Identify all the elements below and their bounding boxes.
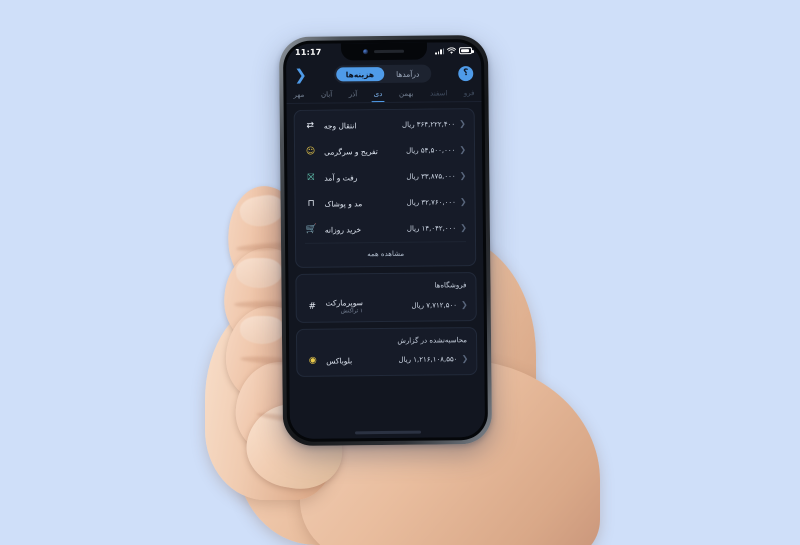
row-label-group: مد و پوشاک — [325, 199, 363, 208]
row-label-group: بلوباکس — [326, 356, 352, 365]
row-label-group: خرید روزانه — [325, 225, 361, 234]
row-amount: ۷,۷۱۲,۵۰۰ ریال — [411, 300, 458, 310]
tshirt-icon: ⊓ — [307, 198, 315, 209]
merchants-title: فروشگاه‌ها — [434, 281, 467, 290]
row-trailing: ❮ ۱,۲۱۶,۱۰۸,۵۵۰ ریال — [398, 354, 468, 364]
month-tab-1[interactable]: اسفند — [430, 89, 447, 101]
expense-list: ❮ ۳۶۴,۲۲۲,۴۰۰ ریال انتقال وجه ⇄ ❮ ۵۴,۵۰۰,۰۰۰ … — [295, 111, 475, 243]
row-trailing: ❮ ۱۴,۰۴۲,۰۰۰ ریال — [406, 223, 467, 233]
month-tab-3[interactable]: دی — [374, 90, 383, 102]
smartphone-device: 11:17 ؟ درآ — [278, 34, 493, 447]
chevron-left-icon[interactable]: ❮ — [459, 145, 466, 154]
status-icons — [435, 47, 473, 55]
list-item[interactable]: ❮ ۳۳,۸۷۵,۰۰۰ ریال رفت و آمد ⛝ — [295, 163, 474, 191]
row-label-group: انتقال وجه — [324, 121, 357, 130]
help-icon[interactable]: ؟ — [458, 65, 474, 81]
month-tabs[interactable]: فرو اسفند بهمن دی آذر آبان مهر — [286, 85, 481, 103]
chevron-left-icon[interactable]: ❮ — [459, 119, 466, 128]
row-trailing: ❮ ۳۳,۸۷۵,۰۰۰ ریال — [406, 171, 467, 181]
row-label: سوپرمارکت — [325, 297, 363, 308]
entertainment-icon: ☺ — [305, 146, 316, 157]
month-tab-0[interactable]: فرو — [464, 89, 475, 101]
cellular-signal-icon — [435, 47, 445, 55]
month-tab-4[interactable]: آذر — [349, 90, 358, 102]
list-item[interactable]: ❮ ۱۴,۰۴۲,۰۰۰ ریال خرید روزانه 🛒 — [296, 215, 475, 243]
content-scroll[interactable]: ❮ ۳۶۴,۲۲۲,۴۰۰ ریال انتقال وجه ⇄ ❮ ۵۴,۵۰۰,۰۰۰ … — [287, 108, 485, 439]
row-amount: ۱,۲۱۶,۱۰۸,۵۵۰ ریال — [398, 355, 458, 364]
excluded-title: محاسبه‌نشده در گزارش — [397, 336, 468, 345]
row-label-group: تفریح و سرگرمی — [324, 147, 378, 157]
row-trailing: ❮ ۳۲,۷۶۰,۰۰۰ ریال — [406, 197, 467, 207]
expenses-card: ❮ ۳۶۴,۲۲۲,۴۰۰ ریال انتقال وجه ⇄ ❮ ۵۴,۵۰۰,۰۰۰ … — [293, 108, 477, 268]
month-tab-6[interactable]: مهر — [293, 91, 304, 103]
row-leading: سوپرمارکت ۱ تراکنش # — [305, 298, 363, 315]
phone-screen: 11:17 ؟ درآ — [285, 41, 486, 440]
shopping-cart-icon: 🛒 — [305, 224, 318, 235]
finance-app: ؟ درآمدها هزینه‌ها ❮ فرو اسفند بهمن دی آذر آب… — [286, 58, 486, 440]
tab-expenses[interactable]: هزینه‌ها — [335, 67, 385, 82]
row-label: رفت و آمد — [324, 172, 358, 183]
row-amount: ۳۲,۷۶۰,۰۰۰ ریال — [406, 198, 456, 207]
row-subtitle: ۱ تراکنش — [340, 307, 364, 314]
month-tab-2[interactable]: بهمن — [399, 90, 414, 102]
row-label: انتقال وجه — [323, 120, 357, 131]
battery-icon — [458, 47, 473, 55]
list-item[interactable]: ❮ ۳۶۴,۲۲۲,۴۰۰ ریال انتقال وجه ⇄ — [295, 111, 474, 139]
row-leading: مد و پوشاک ⊓ — [304, 196, 363, 212]
chevron-next-icon[interactable]: ❮ — [294, 65, 307, 83]
row-amount: ۵۴,۵۰۰,۰۰۰ ریال — [406, 146, 456, 155]
app-header: ؟ درآمدها هزینه‌ها ❮ — [286, 59, 481, 87]
list-item[interactable]: ❮ ۵۴,۵۰۰,۰۰۰ ریال تفریح و سرگرمی ☺ — [295, 137, 474, 165]
merchant-list: ❮ ۷,۷۱۲,۵۰۰ ریال سوپرمارکت ۱ تراکنش # — [297, 291, 476, 320]
fingernail — [237, 192, 287, 230]
view-all-button[interactable]: مشاهده همه — [296, 242, 475, 265]
income-expense-toggle[interactable]: درآمدها هزینه‌ها — [333, 64, 432, 84]
phone-bezel: 11:17 ؟ درآ — [282, 38, 489, 443]
hash-icon: # — [308, 301, 317, 312]
chevron-left-icon[interactable]: ❮ — [461, 354, 468, 363]
row-trailing: ❮ ۵۴,۵۰۰,۰۰۰ ریال — [406, 145, 466, 155]
row-leading: بلوباکس ◉ — [305, 353, 352, 368]
chevron-left-icon[interactable]: ❮ — [461, 300, 468, 309]
car-icon: ⛝ — [307, 172, 315, 183]
list-item[interactable]: ❮ ۷,۷۱۲,۵۰۰ ریال سوپرمارکت ۱ تراکنش # — [297, 291, 476, 320]
row-label: تفریح و سرگرمی — [324, 146, 378, 157]
list-item[interactable]: ❮ ۱,۲۱۶,۱۰۸,۵۵۰ ریال بلوباکس ◉ — [297, 346, 476, 374]
tab-income[interactable]: درآمدها — [386, 67, 429, 81]
excluded-list: ❮ ۱,۲۱۶,۱۰۸,۵۵۰ ریال بلوباکس ◉ — [297, 346, 476, 374]
row-label: بلوباکس — [326, 355, 353, 366]
row-leading: تفریح و سرگرمی ☺ — [303, 144, 378, 160]
row-label: خرید روزانه — [324, 224, 362, 235]
excluded-card: محاسبه‌نشده در گزارش ❮ ۱,۲۱۶,۱۰۸,۵۵۰ ریال… — [295, 327, 478, 377]
merchants-card: فروشگاه‌ها ❮ ۷,۷۱۲,۵۰۰ ریال سوپرمارکت ۱ ترا… — [295, 272, 477, 323]
hand-shadow — [250, 460, 570, 545]
row-leading: خرید روزانه 🛒 — [304, 222, 361, 238]
row-label: مد و پوشاک — [324, 198, 363, 209]
wifi-icon — [447, 47, 456, 54]
chevron-left-icon[interactable]: ❮ — [460, 223, 467, 232]
row-label-group: رفت و آمد — [324, 173, 357, 182]
row-leading: انتقال وجه ⇄ — [303, 118, 357, 134]
blubox-icon: ◉ — [308, 355, 317, 366]
month-tab-5[interactable]: آبان — [321, 91, 332, 103]
fingernail — [240, 316, 284, 344]
status-time: 11:17 — [294, 47, 322, 57]
chevron-left-icon[interactable]: ❮ — [460, 197, 467, 206]
fingernail — [236, 258, 282, 288]
chevron-left-icon[interactable]: ❮ — [460, 171, 467, 180]
row-amount: ۱۴,۰۴۲,۰۰۰ ریال — [406, 224, 457, 233]
transfer-arrows-icon: ⇄ — [306, 120, 315, 131]
row-trailing: ❮ ۳۶۴,۲۲۲,۴۰۰ ریال — [401, 119, 466, 129]
status-bar: 11:17 — [286, 42, 481, 61]
mockup-scene: 11:17 ؟ درآ — [0, 0, 800, 545]
row-trailing: ❮ ۷,۷۱۲,۵۰۰ ریال — [411, 300, 468, 310]
row-leading: رفت و آمد ⛝ — [303, 170, 357, 186]
list-item[interactable]: ❮ ۳۲,۷۶۰,۰۰۰ ریال مد و پوشاک ⊓ — [295, 189, 474, 217]
row-label-group: سوپرمارکت ۱ تراکنش — [326, 298, 363, 314]
row-amount: ۳۳,۸۷۵,۰۰۰ ریال — [406, 172, 456, 181]
row-amount: ۳۶۴,۲۲۲,۴۰۰ ریال — [401, 120, 456, 129]
